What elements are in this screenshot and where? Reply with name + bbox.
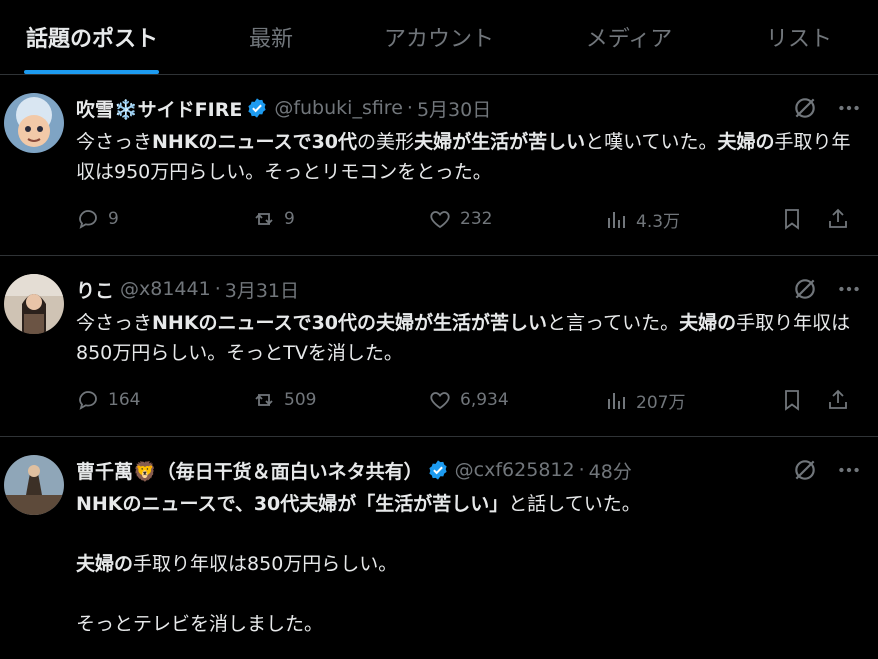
timestamp[interactable]: 3月31日	[225, 276, 299, 303]
reply-count: 9	[108, 209, 119, 229]
post-text-run: 夫婦の	[76, 553, 134, 575]
tab-latest[interactable]: 最新	[236, 0, 306, 74]
tab-lists[interactable]: リスト	[752, 0, 846, 74]
heart-icon	[430, 211, 450, 229]
post-text: NHKのニュースで、30代夫婦が「生活が苦しい」と話していた。 夫婦の手取り年収は…	[76, 489, 866, 639]
separator-dot: ·	[578, 459, 585, 481]
reply-button[interactable]: 164	[76, 388, 140, 412]
post-text-run: 夫婦が生活が苦しい	[414, 131, 586, 153]
post-text-run: 夫婦の	[717, 131, 775, 153]
repost-count: 509	[284, 390, 317, 410]
like-button[interactable]: 232	[428, 207, 492, 231]
avatar[interactable]	[4, 455, 64, 515]
post[interactable]: 吹雪❄️サイドFIRE @fubuki_sfire · 5月30日 今さっきNH…	[0, 75, 878, 256]
repost-button[interactable]: 9	[252, 207, 295, 231]
post-text-run: NHKのニュースで30代	[152, 131, 358, 153]
share-icon	[829, 208, 847, 228]
view-count: 207万	[636, 393, 686, 413]
post-paragraph: NHKのニュースで、30代夫婦が「生活が苦しい」と話していた。	[76, 489, 866, 519]
grok-icon[interactable]	[792, 276, 818, 302]
post-text-run: と言っていた。	[547, 312, 680, 334]
views-button[interactable]: 4.3万	[604, 207, 680, 232]
separator-dot: ·	[406, 97, 413, 119]
tab-lists-label: リスト	[765, 27, 832, 52]
analytics-icon	[608, 211, 625, 228]
avatar[interactable]	[4, 274, 64, 334]
active-tab-indicator	[24, 70, 159, 74]
bookmark-button[interactable]	[780, 388, 804, 412]
post-paragraph: そっとテレビを消しました。	[76, 609, 866, 639]
timestamp[interactable]: 5月30日	[417, 95, 491, 122]
grok-icon[interactable]	[792, 95, 818, 121]
post-text-run: 夫婦の	[679, 312, 737, 334]
display-name[interactable]: 曹千萬🦁（毎日干货＆面白いネタ共有）	[76, 457, 423, 484]
post-text-run: 手取り年収は850万円らしい。	[133, 553, 398, 575]
display-name[interactable]: 吹雪❄️サイドFIRE	[76, 95, 242, 122]
like-count: 232	[460, 209, 493, 229]
analytics-icon	[608, 392, 625, 409]
share-button[interactable]	[826, 388, 850, 412]
tab-media-label: メディア	[585, 27, 673, 52]
repost-count: 9	[284, 209, 295, 229]
tab-media[interactable]: メディア	[572, 0, 686, 74]
more-icon[interactable]	[836, 95, 862, 121]
share-button[interactable]	[826, 207, 850, 231]
tab-bar: 話題のポスト 最新 アカウント メディア リスト	[0, 0, 878, 75]
handle[interactable]: @fubuki_sfire	[274, 97, 403, 119]
tab-trending-label: 話題のポスト	[25, 27, 158, 52]
avatar[interactable]	[4, 93, 64, 153]
verified-badge-icon	[429, 460, 447, 480]
timestamp[interactable]: 48分	[589, 457, 632, 484]
like-button[interactable]: 6,934	[428, 388, 509, 412]
view-count: 4.3万	[636, 212, 681, 232]
tab-accounts[interactable]: アカウント	[372, 0, 506, 74]
post-text: 今さっきNHKのニュースで30代の美形夫婦が生活が苦しいと嘆いていた。夫婦の手取…	[76, 127, 866, 187]
views-button[interactable]: 207万	[604, 388, 685, 413]
post-paragraph: 夫婦の手取り年収は850万円らしい。	[76, 549, 866, 579]
post-text-run: の美形	[357, 131, 415, 153]
like-count: 6,934	[460, 390, 509, 410]
verified-badge-icon	[248, 98, 266, 118]
reply-icon	[79, 391, 97, 410]
tab-latest-label: 最新	[248, 27, 293, 52]
post-text-run: そっとテレビを消しました。	[76, 613, 324, 635]
more-icon[interactable]	[836, 276, 862, 302]
handle[interactable]: @x81441	[120, 278, 211, 300]
reply-icon	[79, 210, 97, 229]
tab-accounts-label: アカウント	[383, 27, 494, 52]
reply-count: 164	[108, 390, 141, 410]
post-text-run: と嘆いていた。	[585, 131, 718, 153]
heart-icon	[430, 392, 450, 410]
repost-icon	[255, 394, 273, 406]
post-text-run: 今さっき	[76, 312, 153, 334]
post-text-run: と話していた。	[508, 493, 641, 515]
bookmark-icon	[785, 209, 799, 230]
handle[interactable]: @cxf625812	[455, 459, 575, 481]
post-text-run: NHKのニュースで30代の夫婦が生活が苦しい	[152, 312, 548, 334]
grok-icon[interactable]	[792, 457, 818, 483]
bookmark-icon	[785, 390, 799, 411]
share-icon	[829, 389, 847, 409]
more-icon[interactable]	[836, 457, 862, 483]
post-text-run: NHKのニュースで、30代夫婦が「生活が苦しい」	[76, 493, 509, 515]
display-name[interactable]: りこ	[76, 276, 114, 303]
post-text-run: 今さっき	[76, 131, 153, 153]
repost-icon	[255, 213, 273, 225]
post-text: 今さっきNHKのニュースで30代の夫婦が生活が苦しいと言っていた。夫婦の手取り年…	[76, 308, 866, 368]
repost-button[interactable]: 509	[252, 388, 316, 412]
post[interactable]: りこ @x81441 · 3月31日 今さっきNHKのニュースで30代の夫婦が生…	[0, 256, 878, 437]
separator-dot: ·	[214, 278, 221, 300]
tab-trending[interactable]: 話題のポスト	[14, 0, 170, 74]
reply-button[interactable]: 9	[76, 207, 119, 231]
post[interactable]: 曹千萬🦁（毎日干货＆面白いネタ共有） @cxf625812 · 48分 NHKの…	[0, 437, 878, 659]
bookmark-button[interactable]	[780, 207, 804, 231]
